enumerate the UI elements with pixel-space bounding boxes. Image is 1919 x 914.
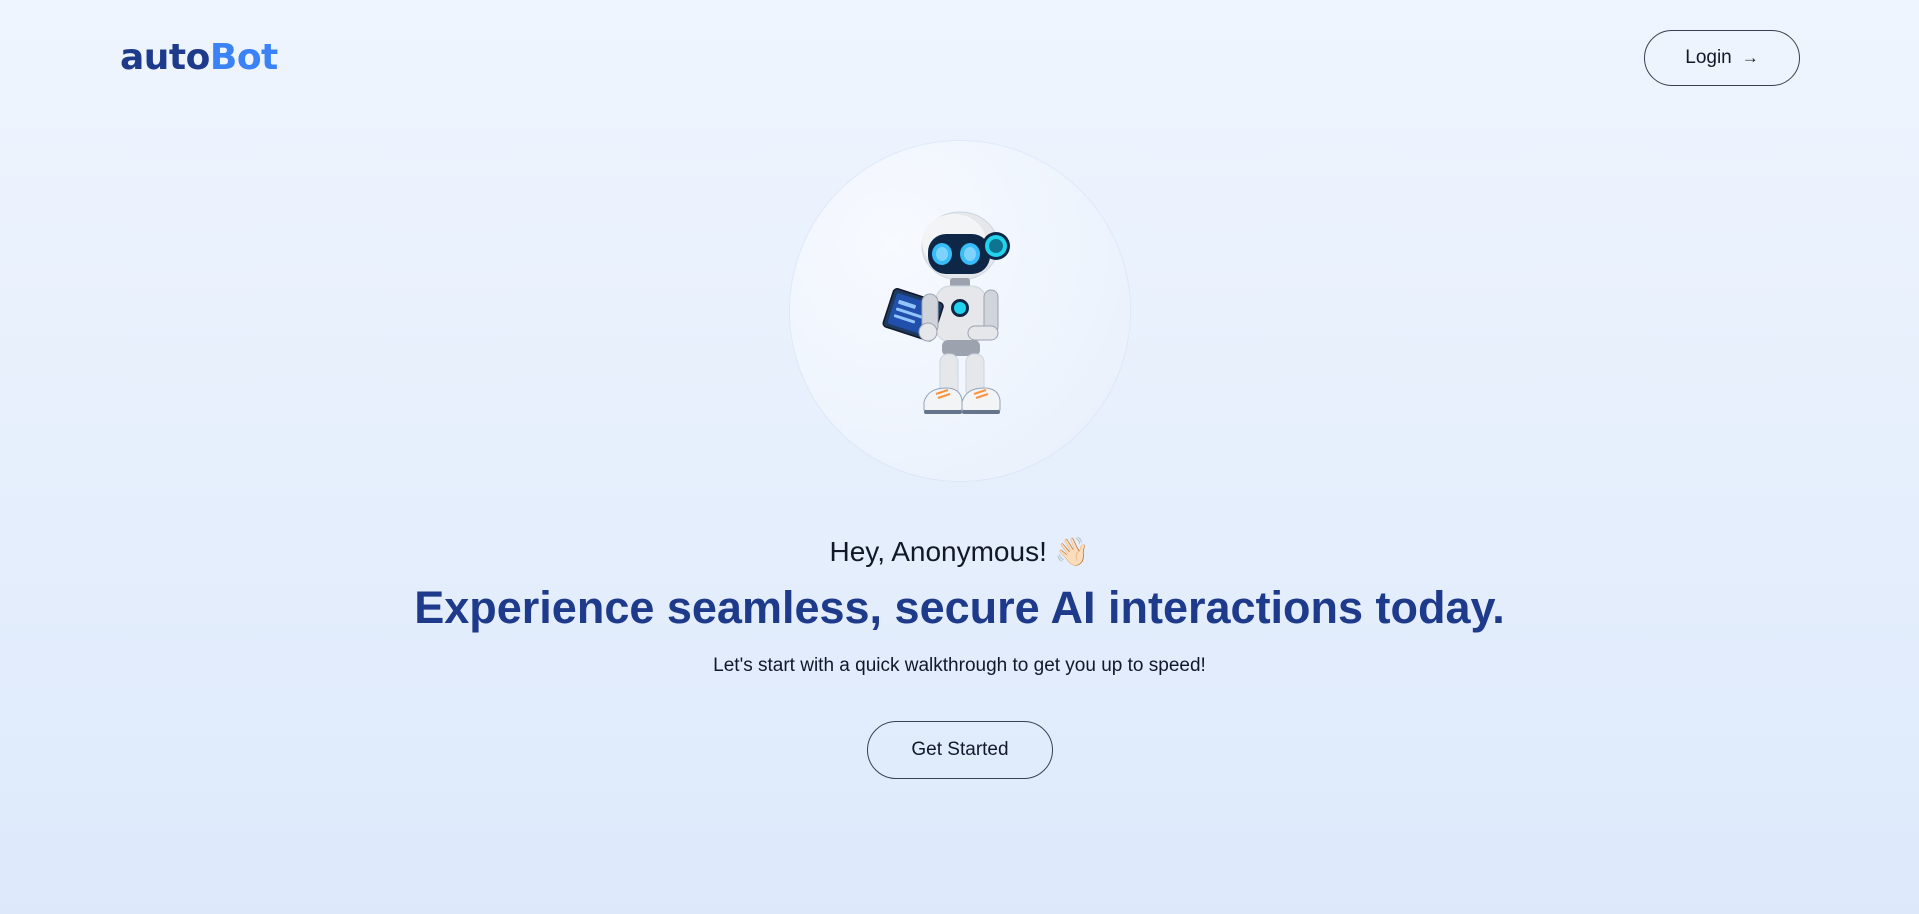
greeting-text: Hey, Anonymous! <box>829 536 1047 567</box>
arrow-right-icon: → <box>1741 48 1759 67</box>
get-started-button[interactable]: Get Started <box>867 721 1053 779</box>
waving-hand-icon: 👋🏻 <box>1054 536 1090 567</box>
logo[interactable]: autoBot <box>120 36 278 80</box>
login-label: Login <box>1685 47 1732 68</box>
robot-illustration <box>882 211 1010 414</box>
login-button[interactable]: Login → <box>1644 30 1800 86</box>
subtext: Let's start with a quick walkthrough to … <box>713 655 1206 676</box>
header: autoBot Login → <box>0 0 1919 120</box>
logo-part-auto: auto <box>120 37 210 78</box>
logo-part-bot: Bot <box>209 37 278 78</box>
greeting: Hey, Anonymous! 👋🏻 <box>0 528 1919 576</box>
headline: Experience seamless, secure AI interacti… <box>414 582 1505 633</box>
